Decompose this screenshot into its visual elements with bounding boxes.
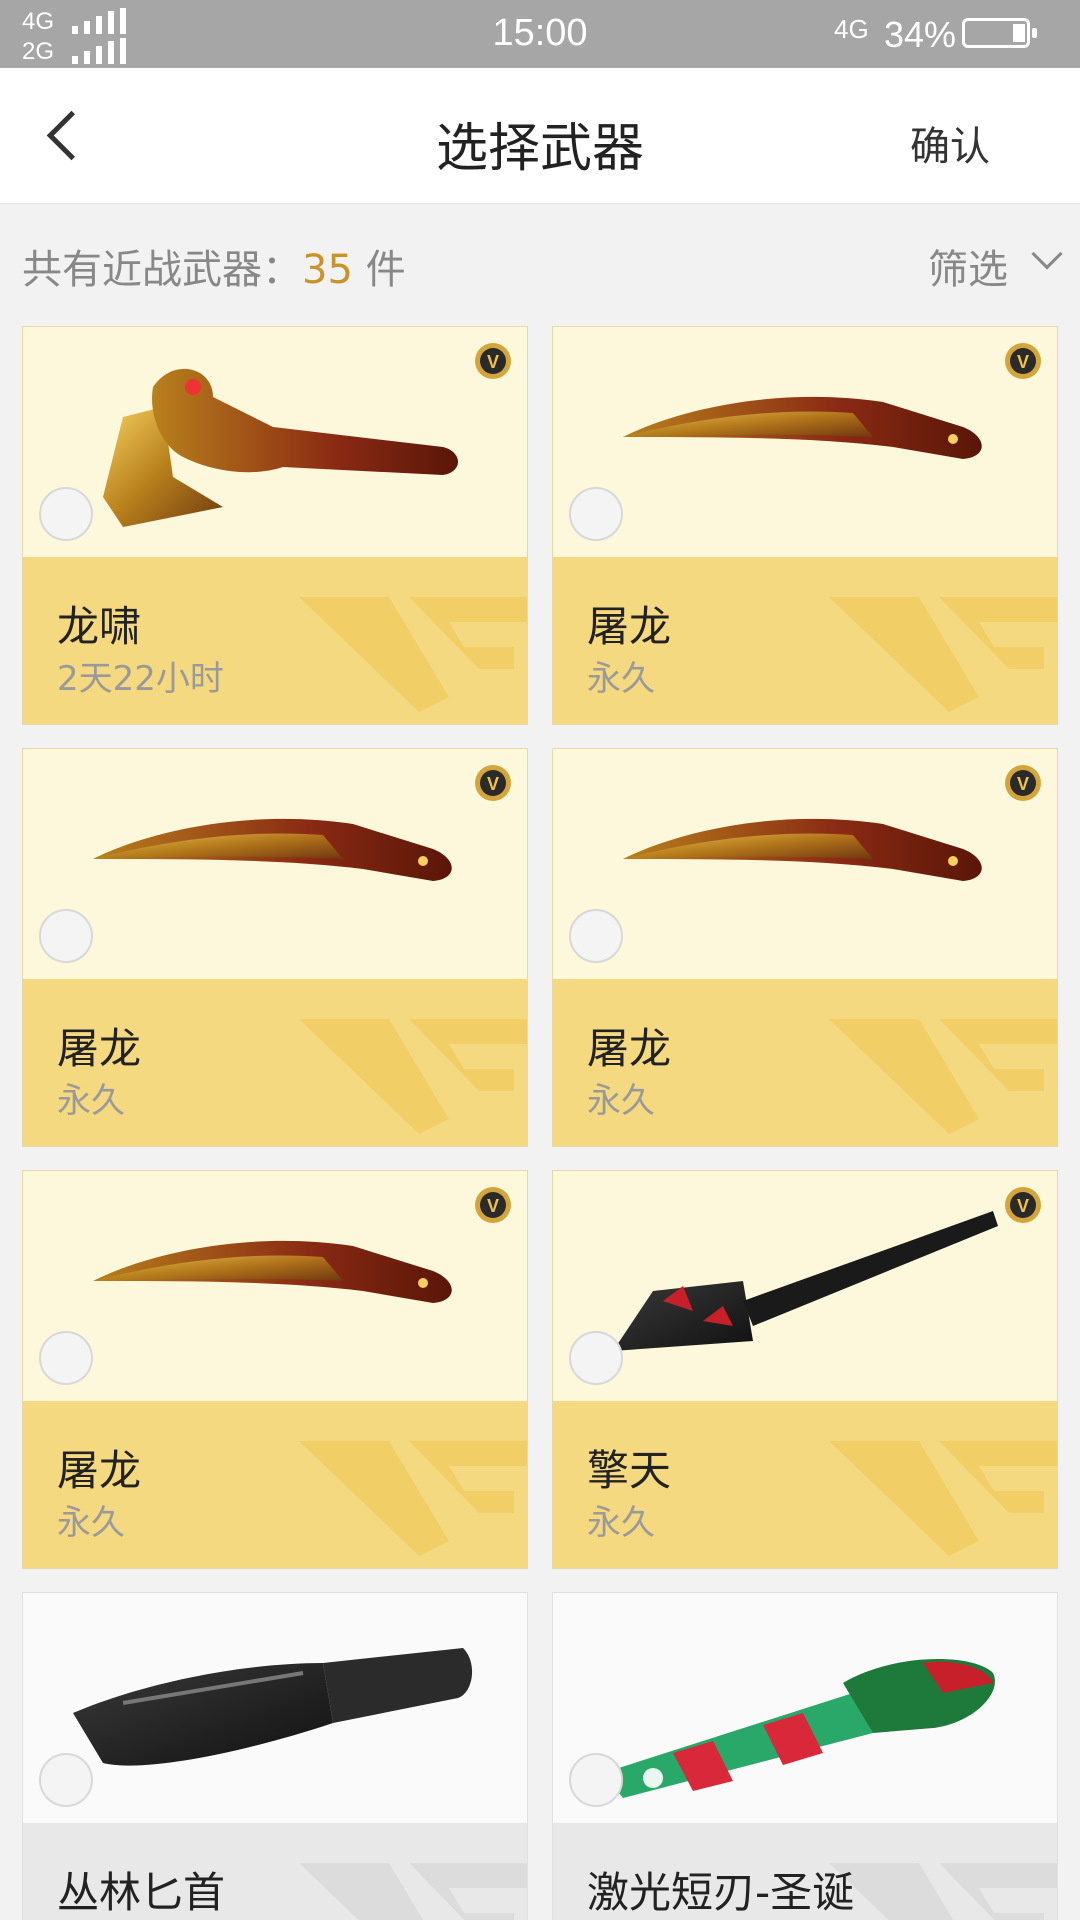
dragon-kukri-icon: [63, 1191, 493, 1391]
weapon-info: 丛林匕首: [23, 1823, 527, 1920]
dragon-kukri-icon: [593, 347, 1023, 547]
weapon-name: 擎天: [587, 1446, 672, 1495]
battery-icon: [962, 18, 1037, 48]
vip-badge-icon: V: [475, 343, 511, 379]
weapon-card[interactable]: V 屠龙永久: [552, 748, 1058, 1147]
dragon-kukri-icon: [63, 769, 493, 969]
weapon-image: [553, 1593, 1057, 1823]
svg-text:V: V: [487, 774, 499, 794]
dragon-axe-icon: [63, 347, 493, 547]
chevron-down-icon: [1031, 238, 1063, 270]
weapon-info: 屠龙 永久: [553, 979, 1057, 1146]
svg-text:V: V: [1017, 1196, 1029, 1216]
cf-logo-icon: [829, 1863, 1057, 1920]
weapon-count: 35: [302, 247, 353, 293]
battery-percent: 34%: [884, 14, 957, 55]
weapon-card[interactable]: 丛林匕首: [22, 1592, 528, 1920]
weapon-name: 龙啸: [57, 602, 142, 651]
weapon-name: 激光短刃-圣诞: [587, 1868, 855, 1917]
status-bar: 4G 2G 15:00 4G 34%: [0, 0, 1080, 68]
christmas-laser-blade-icon: [593, 1613, 1023, 1813]
weapon-card[interactable]: V 龙啸 2天22小时: [22, 326, 528, 725]
weapon-info: 擎天 永久: [553, 1401, 1057, 1568]
select-radio[interactable]: [39, 487, 93, 541]
weapon-info: 屠龙 永久: [23, 1401, 527, 1568]
weapon-image: V: [23, 749, 527, 979]
select-radio[interactable]: [569, 909, 623, 963]
dragon-kukri-icon: [593, 769, 1023, 969]
weapon-card[interactable]: V 屠龙永久: [22, 748, 528, 1147]
filter-label: 筛选: [928, 247, 1008, 293]
weapon-image: V: [553, 1171, 1057, 1401]
weapon-duration: 永久: [587, 659, 655, 699]
svg-text:V: V: [1017, 774, 1029, 794]
black-spade-icon: [593, 1191, 1023, 1391]
app-header: 选择武器 确认: [0, 68, 1080, 204]
cf-logo-icon: [299, 1863, 527, 1920]
weapon-card[interactable]: V 屠龙永久: [552, 326, 1058, 725]
svg-text:V: V: [487, 352, 499, 372]
select-radio[interactable]: [569, 1753, 623, 1807]
filter-button[interactable]: 筛选: [928, 237, 1063, 295]
status-right: 4G 34%: [798, 12, 1058, 56]
weapon-image: V: [23, 327, 527, 557]
cf-logo-icon: [829, 597, 1057, 712]
vip-badge-icon: V: [1005, 343, 1041, 379]
network-type-right: 4G: [834, 14, 869, 44]
weapon-count-label: 共有近战武器：: [22, 247, 302, 293]
weapon-image: [23, 1593, 527, 1823]
vip-badge-icon: V: [475, 1187, 511, 1223]
select-radio[interactable]: [569, 487, 623, 541]
cf-logo-icon: [829, 1019, 1057, 1134]
select-radio[interactable]: [39, 909, 93, 963]
weapon-name: 屠龙: [57, 1446, 142, 1495]
weapon-info: 龙啸 2天22小时: [23, 557, 527, 724]
weapon-duration: 永久: [57, 1081, 125, 1121]
cf-logo-icon: [829, 1441, 1057, 1556]
weapon-duration: 永久: [57, 1503, 125, 1543]
svg-text:V: V: [487, 1196, 499, 1216]
cf-logo-icon: [299, 1019, 527, 1134]
weapon-duration: 2天22小时: [57, 659, 224, 699]
weapon-info: 屠龙 永久: [553, 557, 1057, 724]
select-radio[interactable]: [39, 1753, 93, 1807]
summary-bar: 共有近战武器：35 件 筛选: [0, 205, 1080, 320]
weapon-name: 丛林匕首: [57, 1868, 226, 1917]
svg-text:V: V: [1017, 352, 1029, 372]
vip-badge-icon: V: [1005, 1187, 1041, 1223]
cf-logo-icon: [299, 1441, 527, 1556]
select-radio[interactable]: [569, 1331, 623, 1385]
weapon-info: 激光短刃-圣诞: [553, 1823, 1057, 1920]
weapon-count-unit: 件: [352, 247, 406, 293]
weapon-name: 屠龙: [587, 1024, 672, 1073]
weapon-name: 屠龙: [57, 1024, 142, 1073]
jungle-knife-icon: [63, 1613, 493, 1813]
weapon-image: V: [553, 749, 1057, 979]
weapon-image: V: [553, 327, 1057, 557]
weapon-card[interactable]: V 擎天永久: [552, 1170, 1058, 1569]
weapon-duration: 永久: [587, 1503, 655, 1543]
weapon-image: V: [23, 1171, 527, 1401]
cf-logo-icon: [299, 597, 527, 712]
weapon-duration: 永久: [587, 1081, 655, 1121]
weapon-count-text: 共有近战武器：35 件: [22, 237, 406, 295]
weapon-name: 屠龙: [587, 602, 672, 651]
weapon-info: 屠龙 永久: [23, 979, 527, 1146]
vip-badge-icon: V: [1005, 765, 1041, 801]
confirm-button[interactable]: 确认: [910, 114, 990, 172]
weapon-card[interactable]: V 屠龙永久: [22, 1170, 528, 1569]
weapon-card[interactable]: 激光短刃-圣诞: [552, 1592, 1058, 1920]
vip-badge-icon: V: [475, 765, 511, 801]
select-radio[interactable]: [39, 1331, 93, 1385]
